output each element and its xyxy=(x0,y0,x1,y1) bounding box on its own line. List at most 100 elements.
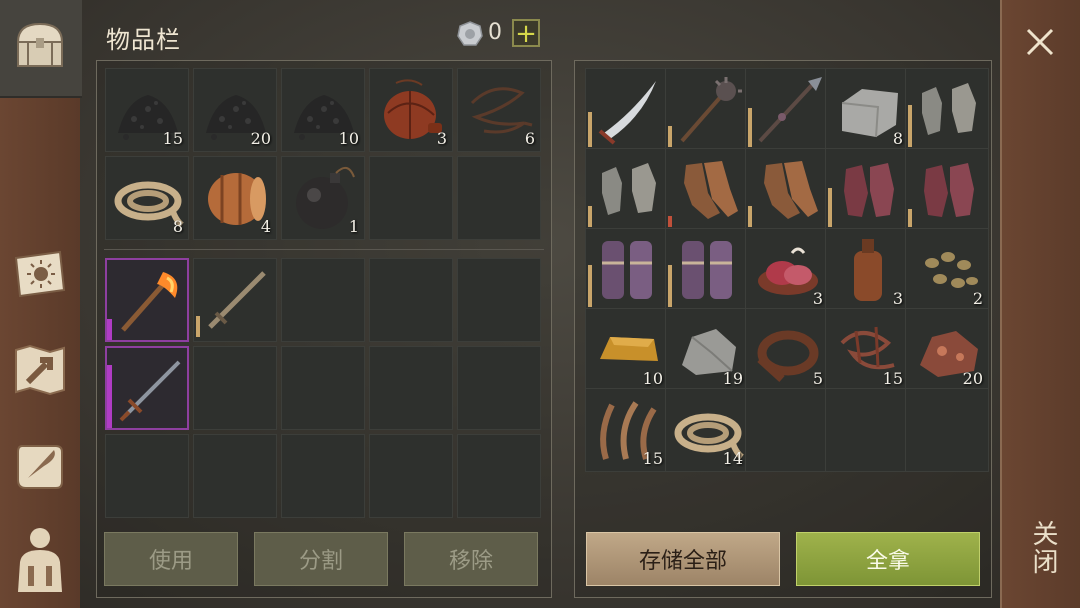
item-slot[interactable]: 20 xyxy=(905,308,989,392)
item-count: 3 xyxy=(892,289,903,308)
empty-slot[interactable] xyxy=(457,434,541,518)
store-all-button[interactable]: 存储全部 xyxy=(586,532,780,586)
empty-slot[interactable] xyxy=(457,346,541,430)
durability-bar xyxy=(668,126,672,147)
character-icon[interactable] xyxy=(6,526,74,594)
item-slot[interactable]: 3 xyxy=(745,228,829,312)
durability-bar xyxy=(196,316,200,337)
item-slot[interactable]: 4 xyxy=(193,156,277,240)
chest-icon[interactable] xyxy=(6,12,74,80)
item-count: 5 xyxy=(812,369,823,388)
take-all-button[interactable]: 全拿 xyxy=(796,532,980,586)
item-slot[interactable] xyxy=(585,68,669,152)
right-rail xyxy=(1000,0,1080,608)
split-button[interactable]: 分割 xyxy=(254,532,388,586)
item-slot[interactable] xyxy=(905,68,989,152)
item-count: 4 xyxy=(260,217,271,236)
durability-bar xyxy=(748,108,752,147)
item-count: 15 xyxy=(642,449,663,468)
item-slot[interactable]: 19 xyxy=(665,308,749,392)
durability-bar xyxy=(588,265,592,307)
durability-bar xyxy=(908,209,912,227)
durability-bar xyxy=(588,206,592,227)
empty-slot[interactable] xyxy=(369,346,453,430)
item-count: 19 xyxy=(722,369,743,388)
use-button[interactable]: 使用 xyxy=(104,532,238,586)
item-slot[interactable] xyxy=(585,148,669,232)
empty-slot[interactable] xyxy=(369,434,453,518)
item-slot[interactable] xyxy=(665,228,749,312)
durability-bar xyxy=(668,265,672,307)
remove-button[interactable]: 移除 xyxy=(404,532,538,586)
item-count: 15 xyxy=(162,129,183,148)
item-count: 6 xyxy=(524,129,535,148)
sun-book-icon[interactable] xyxy=(6,240,74,308)
durability-bar xyxy=(748,206,752,227)
item-slot[interactable]: 2 xyxy=(905,228,989,312)
page-title: 物品栏 xyxy=(106,26,181,54)
item-slot[interactable] xyxy=(105,346,189,430)
item-slot[interactable]: 20 xyxy=(193,68,277,152)
item-slot[interactable]: 15 xyxy=(105,68,189,152)
item-slot[interactable]: 8 xyxy=(105,156,189,240)
item-slot[interactable] xyxy=(665,68,749,152)
close-icon[interactable] xyxy=(1018,20,1062,64)
item-slot[interactable]: 10 xyxy=(585,308,669,392)
craft-map-icon[interactable] xyxy=(6,336,74,404)
close-label[interactable]: 关闭 xyxy=(1022,520,1062,576)
item-slot[interactable] xyxy=(905,148,989,232)
coin-count: 0 xyxy=(488,20,502,45)
item-slot[interactable] xyxy=(745,148,829,232)
durability-bar xyxy=(828,188,832,227)
empty-slot[interactable] xyxy=(369,156,453,240)
item-count: 15 xyxy=(882,369,903,388)
empty-slot[interactable] xyxy=(457,258,541,342)
item-count: 2 xyxy=(972,289,983,308)
empty-slot[interactable] xyxy=(825,388,909,472)
durability-bar xyxy=(588,112,592,147)
item-count: 20 xyxy=(250,129,271,148)
durability-bar xyxy=(107,365,112,428)
scroll-quill-icon[interactable] xyxy=(6,432,74,500)
empty-slot[interactable] xyxy=(105,434,189,518)
item-slot[interactable]: 15 xyxy=(585,388,669,472)
empty-slot[interactable] xyxy=(193,346,277,430)
empty-slot[interactable] xyxy=(193,434,277,518)
item-count: 3 xyxy=(436,129,447,148)
empty-slot[interactable] xyxy=(457,156,541,240)
inventory-divider xyxy=(104,249,544,250)
item-slot[interactable] xyxy=(585,228,669,312)
item-count: 14 xyxy=(722,449,743,468)
item-slot[interactable]: 1 xyxy=(281,156,365,240)
durability-bar xyxy=(908,105,912,147)
empty-slot[interactable] xyxy=(281,258,365,342)
add-coins-button[interactable]: + xyxy=(512,19,540,47)
item-count: 1 xyxy=(348,217,359,236)
item-slot[interactable] xyxy=(745,68,829,152)
item-slot[interactable]: 3 xyxy=(369,68,453,152)
item-count: 20 xyxy=(962,369,983,388)
item-slot[interactable] xyxy=(825,148,909,232)
durability-bar xyxy=(107,319,112,340)
item-count: 10 xyxy=(642,369,663,388)
item-slot[interactable]: 5 xyxy=(745,308,829,392)
empty-slot[interactable] xyxy=(369,258,453,342)
empty-slot[interactable] xyxy=(745,388,829,472)
item-slot[interactable]: 3 xyxy=(825,228,909,312)
item-count: 8 xyxy=(892,129,903,148)
item-slot[interactable]: 6 xyxy=(457,68,541,152)
durability-bar xyxy=(668,216,672,227)
item-count: 3 xyxy=(812,289,823,308)
item-slot[interactable]: 8 xyxy=(825,68,909,152)
empty-slot[interactable] xyxy=(281,434,365,518)
item-slot[interactable] xyxy=(193,258,277,342)
empty-slot[interactable] xyxy=(281,346,365,430)
empty-slot[interactable] xyxy=(905,388,989,472)
item-slot[interactable]: 15 xyxy=(825,308,909,392)
item-slot[interactable] xyxy=(105,258,189,342)
item-slot[interactable]: 10 xyxy=(281,68,365,152)
item-slot[interactable]: 14 xyxy=(665,388,749,472)
item-count: 10 xyxy=(338,129,359,148)
silver-coin-icon xyxy=(456,20,484,48)
item-slot[interactable] xyxy=(665,148,749,232)
